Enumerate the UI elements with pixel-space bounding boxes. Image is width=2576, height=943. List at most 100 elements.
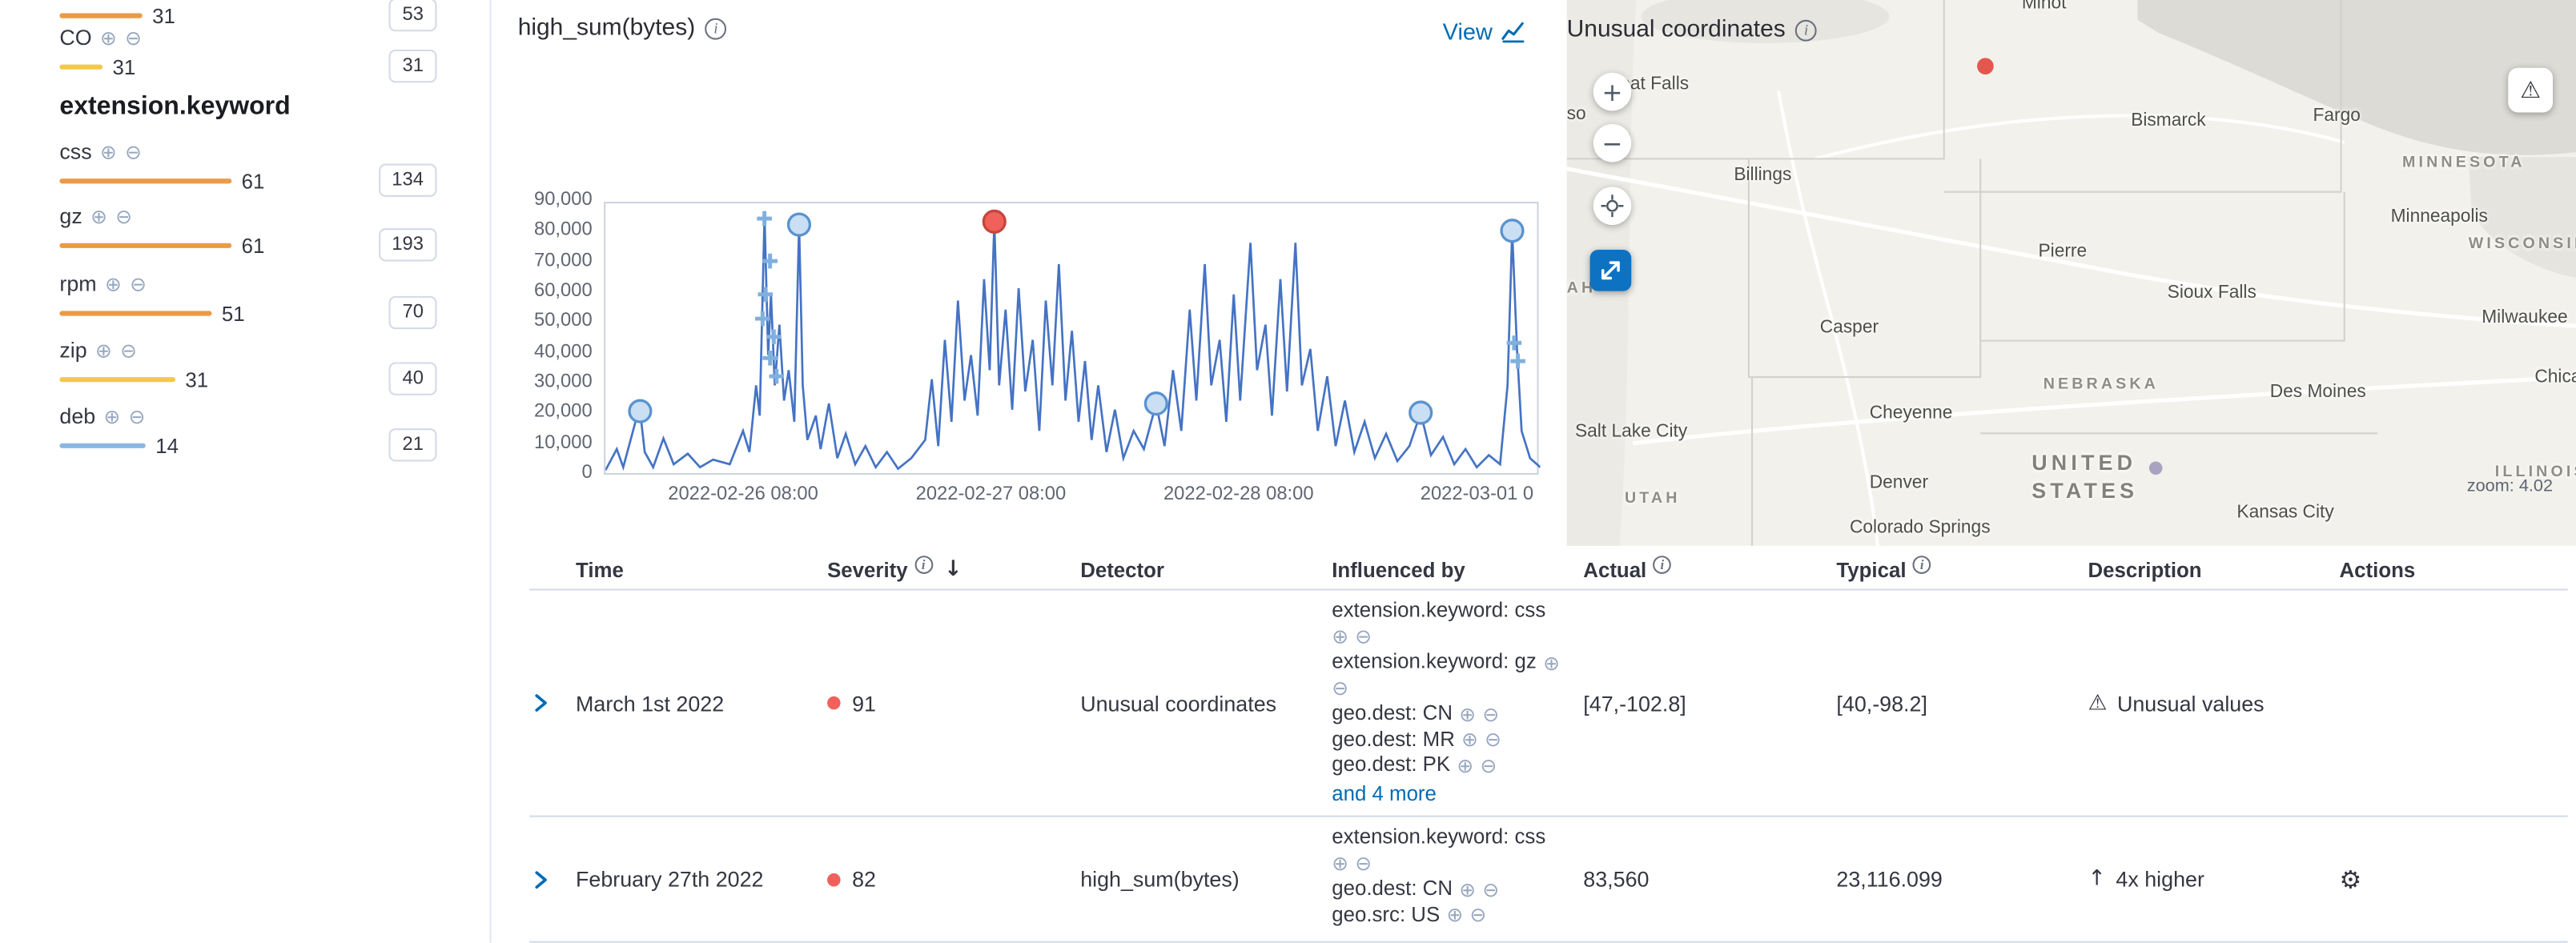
facet-value-bar — [59, 243, 231, 248]
facet-total-badge: 31 — [389, 50, 436, 82]
anomaly-marker-critical[interactable] — [983, 211, 1005, 232]
facet-label: css — [59, 139, 91, 164]
expand-row-button[interactable] — [529, 692, 553, 715]
column-header-description[interactable]: Description — [2088, 558, 2339, 581]
info-icon: i — [1654, 556, 1672, 574]
column-header-influenced-by[interactable]: Influenced by — [1332, 558, 1583, 581]
expand-map-button[interactable] — [1590, 250, 1632, 291]
remove-influencer-filter-icon[interactable]: ⊖ — [1355, 628, 1372, 648]
add-influencer-filter-icon[interactable]: ⊕ — [1446, 905, 1463, 925]
facet-item-CO: CO⊕⊖3131 — [59, 25, 436, 84]
set-view-button[interactable] — [1593, 187, 1632, 225]
typical-cell: [40,-98.2] — [1836, 684, 2088, 722]
multibucket-marker — [762, 351, 778, 366]
add-influencer-filter-icon[interactable]: ⊕ — [1332, 628, 1348, 648]
x-axis-tick-label: 2022-02-28 08:00 — [1123, 484, 1354, 504]
anomaly-location-dot[interactable] — [1977, 58, 1994, 74]
column-header-actions: Actions — [2340, 558, 2568, 581]
view-chart-link[interactable]: View — [1443, 18, 1526, 45]
remove-influencer-filter-icon[interactable]: ⊖ — [1485, 730, 1501, 750]
anomaly-timeseries-chart[interactable] — [604, 202, 1538, 475]
y-axis-tick-label: 10,000 — [534, 433, 593, 456]
zoom-in-button[interactable]: + — [1593, 73, 1632, 111]
add-filter-icon[interactable]: ⊕ — [105, 274, 122, 294]
map-label-city: Kansas City — [2236, 503, 2333, 523]
remove-influencer-filter-icon[interactable]: ⊖ — [1482, 704, 1499, 724]
remove-influencer-filter-icon[interactable]: ⊖ — [1332, 679, 1348, 699]
facet-count: 61 — [242, 234, 265, 257]
arrow-up-icon: ↑ — [2088, 867, 2106, 892]
map-warning-button[interactable]: ⚠ — [2508, 68, 2553, 113]
severity-dot — [827, 873, 841, 886]
add-filter-icon[interactable]: ⊕ — [100, 142, 117, 162]
anomalies-table: Time Severity i ↓ Detector Influenced by… — [529, 551, 2567, 943]
show-more-influencers-link[interactable]: and 4 more — [1332, 781, 1570, 805]
add-filter-icon[interactable]: ⊕ — [90, 206, 107, 226]
remove-filter-icon[interactable]: ⊖ — [115, 206, 132, 226]
anomaly-marker-warning[interactable] — [789, 214, 810, 235]
map-label-state: MINNESOTA — [2402, 154, 2526, 172]
facet-item-zip: zip⊕⊖3140 — [59, 337, 436, 396]
column-header-severity[interactable]: Severity i ↓ — [827, 557, 1080, 582]
column-header-typical[interactable]: Typical i — [1836, 558, 2088, 581]
add-influencer-filter-icon[interactable]: ⊕ — [1459, 704, 1476, 724]
add-filter-icon[interactable]: ⊕ — [95, 340, 112, 360]
facet-item-css: css⊕⊖61134 — [59, 139, 436, 199]
add-filter-icon[interactable]: ⊕ — [100, 27, 117, 47]
info-icon: i — [914, 556, 933, 574]
remove-filter-icon[interactable]: ⊖ — [130, 274, 147, 294]
anomaly-marker-warning[interactable] — [1145, 393, 1167, 415]
remove-filter-icon[interactable]: ⊖ — [125, 142, 142, 162]
facet-count: 14 — [155, 434, 179, 457]
influencer-value: geo.dest: CN — [1332, 701, 1453, 727]
add-filter-icon[interactable]: ⊕ — [104, 406, 121, 426]
add-influencer-filter-icon[interactable]: ⊕ — [1457, 756, 1473, 776]
add-influencer-filter-icon[interactable]: ⊕ — [1332, 854, 1348, 874]
remove-influencer-filter-icon[interactable]: ⊖ — [1482, 880, 1499, 900]
anomaly-row: February 27th 202282high_sum(bytes)exten… — [529, 817, 2567, 943]
remove-influencer-filter-icon[interactable]: ⊖ — [1480, 756, 1497, 776]
facet-count: 61 — [242, 170, 265, 193]
multibucket-marker — [757, 211, 772, 227]
remove-filter-icon[interactable]: ⊖ — [125, 27, 142, 47]
anomaly-marker-warning[interactable] — [1501, 220, 1523, 242]
expand-row-button[interactable] — [529, 868, 553, 891]
column-header-actual[interactable]: Actual i — [1583, 558, 1836, 581]
add-influencer-filter-icon[interactable]: ⊕ — [1459, 880, 1476, 900]
secondary-location-dot[interactable] — [2149, 461, 2163, 475]
column-header-time[interactable]: Time — [576, 558, 827, 581]
anomaly-marker-warning[interactable] — [629, 400, 651, 422]
facet-value-bar — [59, 377, 175, 382]
info-icon[interactable]: i — [705, 18, 727, 39]
map-label-city: Colorado Springs — [1850, 518, 1991, 538]
facet-total-badge: 40 — [389, 362, 436, 395]
map-label-city: Milwaukee — [2482, 307, 2567, 327]
visualize-icon — [1501, 20, 1525, 43]
anomaly-marker-warning[interactable] — [1410, 402, 1432, 423]
row-actions-gear-button[interactable]: ⚙ — [2340, 865, 2362, 894]
map-label-city: Minot — [2022, 0, 2067, 14]
detector-cell: Unusual coordinates — [1080, 684, 1332, 722]
sort-descending-icon: ↓ — [944, 557, 962, 582]
add-influencer-filter-icon[interactable]: ⊕ — [1461, 730, 1478, 750]
add-influencer-filter-icon[interactable]: ⊕ — [1543, 653, 1560, 673]
facet-value-bar — [59, 14, 142, 18]
facet-heading: extension.keyword — [59, 93, 290, 122]
map-label-city: Pierre — [2038, 242, 2087, 262]
map-title: Unusual coordinates — [1567, 17, 1786, 43]
map-label-city: Casper — [1820, 318, 1879, 338]
facet-total-badge: 21 — [389, 428, 436, 461]
column-header-detector[interactable]: Detector — [1080, 558, 1332, 581]
info-icon[interactable]: i — [1795, 19, 1817, 41]
remove-filter-icon[interactable]: ⊖ — [120, 340, 137, 360]
influencer-value: geo.src: US — [1332, 902, 1440, 928]
description-text: 4x higher — [2116, 867, 2204, 892]
description-text: Unusual values — [2117, 691, 2265, 716]
map-label-city: so — [1567, 104, 1586, 124]
zoom-out-button[interactable]: − — [1593, 124, 1632, 163]
remove-filter-icon[interactable]: ⊖ — [129, 406, 146, 426]
chart-x-axis: 2022-02-26 08:002022-02-27 08:002022-02-… — [604, 484, 1538, 511]
remove-influencer-filter-icon[interactable]: ⊖ — [1470, 905, 1487, 925]
remove-influencer-filter-icon[interactable]: ⊖ — [1355, 854, 1372, 874]
facet-value-bar — [59, 311, 211, 315]
